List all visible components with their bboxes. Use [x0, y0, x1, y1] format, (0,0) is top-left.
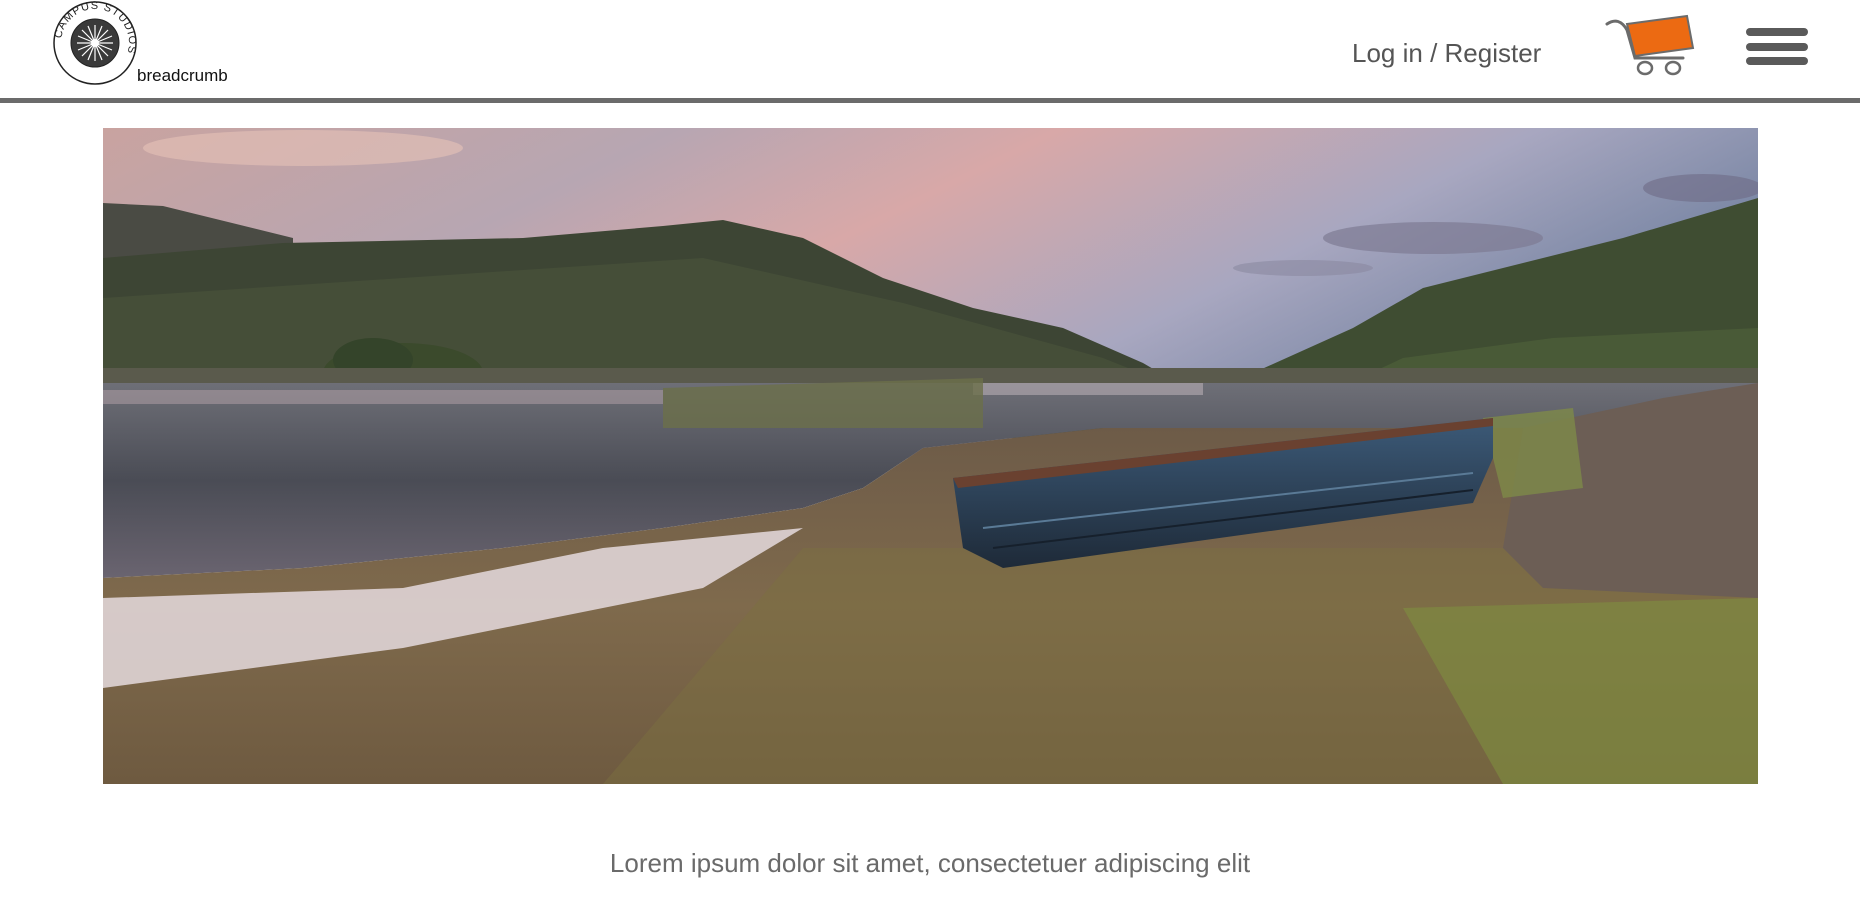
hero-image — [103, 128, 1758, 784]
hamburger-menu-icon[interactable] — [1746, 28, 1808, 68]
menu-bar — [1746, 57, 1808, 65]
shopping-cart-icon[interactable] — [1605, 10, 1695, 80]
breadcrumb[interactable]: breadcrumb — [137, 66, 228, 86]
intro-caption: Lorem ipsum dolor sit amet, consectetuer… — [609, 848, 1251, 878]
campus-studios-logo[interactable]: CAMPUS STUDIOS — [52, 0, 138, 86]
header-divider — [0, 98, 1860, 103]
menu-bar — [1746, 28, 1808, 36]
login-register-link[interactable]: Log in / Register — [1352, 38, 1541, 69]
site-header: CAMPUS STUDIOS breadcrumb Log in / Regis… — [0, 0, 1860, 100]
menu-bar — [1746, 43, 1808, 51]
